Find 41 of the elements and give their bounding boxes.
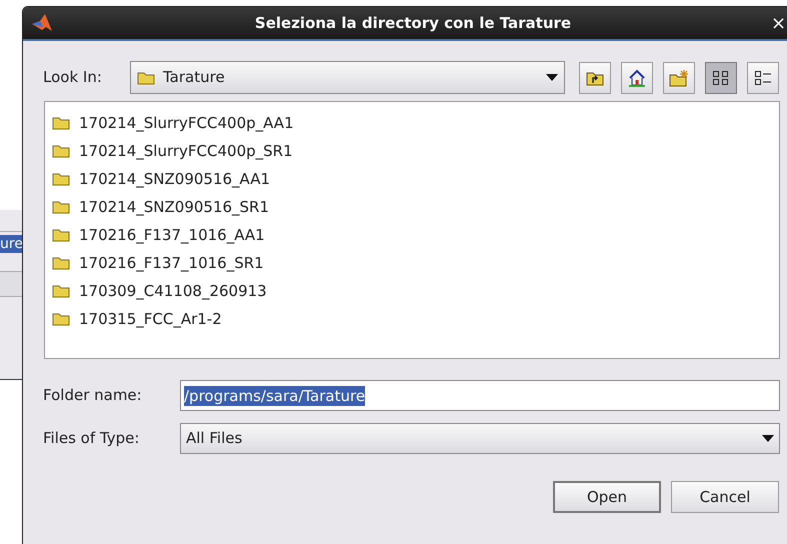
dialog-button[interactable]: Cancel bbox=[671, 481, 779, 513]
folder-icon bbox=[52, 284, 70, 298]
folder-icon bbox=[52, 312, 70, 326]
folder-item[interactable]: 170309_C41108_260913 bbox=[52, 277, 271, 305]
details-view-icon bbox=[754, 68, 772, 86]
close-button[interactable]: × bbox=[771, 10, 786, 36]
toolbar-button[interactable] bbox=[705, 62, 737, 94]
folder-item[interactable]: 170216_F137_1016_SR1 bbox=[52, 249, 268, 277]
files-of-type-dropdown[interactable]: All Files bbox=[180, 423, 780, 454]
dropdown-caret-icon bbox=[546, 74, 558, 81]
folder-icon bbox=[52, 228, 70, 242]
home-icon bbox=[628, 68, 646, 86]
folder-name-label: Folder name: bbox=[43, 385, 143, 406]
folder-icon bbox=[52, 172, 70, 186]
folder-item[interactable]: 170216_F137_1016_AA1 bbox=[52, 221, 269, 249]
toolbar-button[interactable] bbox=[747, 62, 779, 94]
folder-item[interactable]: 170315_FCC_Ar1-2 bbox=[52, 305, 226, 333]
window-title: Seleziona la directory con le Tarature bbox=[254, 12, 572, 34]
folder-icon bbox=[52, 116, 70, 130]
look-in-label: Look In: bbox=[43, 67, 103, 88]
folder-icon bbox=[52, 200, 70, 214]
files-of-type-label: Files of Type: bbox=[43, 428, 140, 450]
folder-item[interactable]: 170214_SlurryFCC400p_SR1 bbox=[52, 137, 297, 165]
dropdown-caret-icon bbox=[762, 435, 774, 442]
folder-icon bbox=[52, 144, 70, 158]
field-text: ure bbox=[0, 235, 23, 253]
app-logo-icon bbox=[31, 13, 53, 33]
folder-item[interactable]: 170214_SNZ090516_SR1 bbox=[52, 193, 274, 221]
list-view-icon bbox=[712, 68, 730, 86]
folder-icon bbox=[52, 256, 70, 270]
new-folder-icon bbox=[669, 68, 689, 86]
folder-item[interactable]: 170214_SNZ090516_AA1 bbox=[52, 165, 274, 193]
folder-icon bbox=[137, 70, 155, 84]
dialog-button[interactable]: Open bbox=[553, 481, 661, 513]
look-in-dropdown[interactable]: Tarature bbox=[130, 61, 565, 94]
folder-up-icon bbox=[586, 70, 604, 86]
folder-item[interactable]: 170214_SlurryFCC400p_AA1 bbox=[52, 109, 298, 137]
folder-name-field[interactable]: /programs/sara/Tarature bbox=[180, 380, 780, 411]
toolbar-button[interactable] bbox=[621, 62, 653, 94]
toolbar-button[interactable] bbox=[579, 62, 611, 94]
toolbar-button[interactable] bbox=[663, 62, 695, 94]
